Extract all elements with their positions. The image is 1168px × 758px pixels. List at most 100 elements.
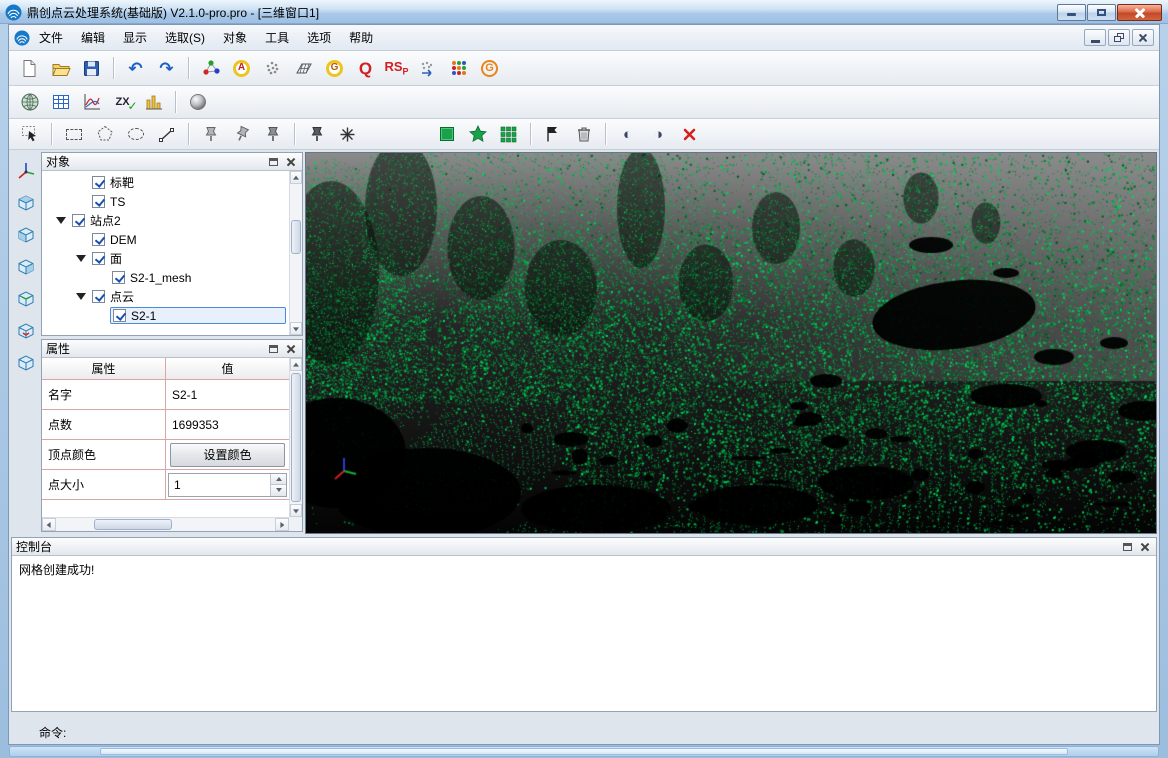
tree-item-target[interactable]: 标靶 [42, 173, 302, 192]
data-table-button[interactable] [46, 89, 75, 115]
viewport-3d[interactable] [305, 152, 1157, 534]
scroll-up-button[interactable] [290, 358, 302, 371]
menu-select[interactable]: 选取(S) [156, 25, 214, 50]
window-close-button[interactable] [1117, 4, 1162, 21]
menu-tools[interactable]: 工具 [256, 25, 298, 50]
point-size-spinner[interactable]: 1 [168, 473, 287, 497]
scroll-left-button[interactable] [42, 518, 56, 531]
prop-name-value[interactable]: S2-1 [166, 380, 289, 409]
redo-button[interactable]: ↷ [152, 55, 181, 81]
cloud-convert-button[interactable] [413, 55, 442, 81]
properties-vertical-scrollbar[interactable] [289, 358, 302, 517]
scroll-down-button[interactable] [290, 504, 302, 517]
pin-2-button[interactable] [227, 121, 256, 147]
set-color-button[interactable]: 设置颜色 [170, 443, 285, 467]
console-float-button[interactable] [1120, 540, 1134, 553]
color-dot-grid-button[interactable] [444, 55, 473, 81]
rect-select-button[interactable] [59, 121, 88, 147]
menu-edit[interactable]: 编辑 [72, 25, 114, 50]
objects-close-button[interactable] [284, 155, 298, 168]
tree-item-dem[interactable]: DEM [42, 230, 302, 249]
spin-up-icon[interactable] [271, 474, 286, 485]
menu-object[interactable]: 对象 [214, 25, 256, 50]
pin-1-button[interactable] [196, 121, 225, 147]
bottom-scrollbar[interactable] [9, 746, 1159, 757]
properties-close-button[interactable] [284, 342, 298, 355]
console-close-button[interactable] [1138, 540, 1152, 553]
tree-item-station2[interactable]: 站点2 [42, 211, 302, 230]
pin-dark-button[interactable] [302, 121, 331, 147]
prop-pointcount-value[interactable]: 1699353 [166, 410, 289, 439]
window-maximize-button[interactable] [1087, 4, 1116, 21]
viewport-canvas[interactable] [306, 153, 1156, 533]
point-size-value[interactable]: 1 [169, 474, 270, 496]
histogram-levels-button[interactable] [139, 89, 168, 115]
flag-mark-button[interactable] [538, 121, 567, 147]
mdi-minimize-button[interactable] [1084, 29, 1106, 46]
checkbox[interactable] [92, 252, 105, 265]
mdi-close-button[interactable] [1132, 29, 1154, 46]
window-minimize-button[interactable] [1057, 4, 1086, 21]
mesh-plane-button[interactable] [289, 55, 318, 81]
checkbox[interactable] [92, 195, 105, 208]
checkbox[interactable] [72, 214, 85, 227]
scroll-up-button[interactable] [290, 171, 302, 184]
pin-3-button[interactable] [258, 121, 287, 147]
resample-rsp-button[interactable]: RSP [382, 55, 411, 81]
curve-chart-button[interactable] [77, 89, 106, 115]
checkbox[interactable] [113, 309, 126, 322]
undo-button[interactable]: ↶ [121, 55, 150, 81]
expander-icon[interactable] [56, 217, 66, 224]
tree-item-ts[interactable]: TS [42, 192, 302, 211]
expander-icon[interactable] [76, 255, 86, 262]
objects-vertical-scrollbar[interactable] [289, 171, 302, 335]
circle-q-button[interactable]: Q [351, 55, 380, 81]
align-points-button[interactable] [196, 55, 225, 81]
menu-display[interactable]: 显示 [114, 25, 156, 50]
close-red-button[interactable] [675, 121, 704, 147]
scroll-right-button[interactable] [275, 518, 289, 531]
properties-horizontal-scrollbar[interactable] [42, 517, 289, 531]
checkbox[interactable] [92, 290, 105, 303]
new-file-button[interactable] [15, 55, 44, 81]
target-a-button[interactable]: A [227, 55, 256, 81]
sphere-render-button[interactable] [183, 89, 212, 115]
pick-select-button[interactable] [15, 121, 44, 147]
circle-g-button[interactable]: G [320, 55, 349, 81]
ellipse-select-button[interactable] [121, 121, 150, 147]
objects-float-button[interactable] [266, 155, 280, 168]
delete-item-button[interactable] [569, 121, 598, 147]
swirl-g-button[interactable]: G [475, 55, 504, 81]
scrollbar-thumb[interactable] [291, 373, 301, 502]
box-view-3-button[interactable] [15, 256, 37, 281]
tree-item-mesh-group[interactable]: 面 [42, 249, 302, 268]
tree-item-pointcloud-group[interactable]: 点云 [42, 287, 302, 306]
properties-float-button[interactable] [266, 342, 280, 355]
tree-item-s2-1-mesh[interactable]: S2-1_mesh [42, 268, 302, 287]
green-star-button[interactable] [463, 121, 492, 147]
box-view-1-button[interactable] [15, 192, 37, 217]
menu-options[interactable]: 选项 [298, 25, 340, 50]
expander-icon[interactable] [76, 293, 86, 300]
star-burst-button[interactable] [333, 121, 362, 147]
render-mode-a-button[interactable]: ◐ [613, 121, 642, 147]
line-select-button[interactable] [152, 121, 181, 147]
scrollbar-thumb[interactable] [291, 220, 301, 254]
box-view-4-button[interactable] [15, 288, 37, 313]
tree-item-s2-1[interactable]: S2-1 [42, 306, 302, 325]
green-grid-button[interactable] [494, 121, 523, 147]
box-view-6-button[interactable] [15, 352, 37, 377]
polygon-select-button[interactable] [90, 121, 119, 147]
command-bar[interactable]: 命令: [11, 722, 1157, 742]
open-file-button[interactable] [46, 55, 75, 81]
save-file-button[interactable] [77, 55, 106, 81]
mdi-restore-button[interactable] [1108, 29, 1130, 46]
box-view-2-button[interactable] [15, 224, 37, 249]
render-mode-b-button[interactable]: ◑ [644, 121, 673, 147]
axes-view-button[interactable] [15, 160, 37, 185]
menu-file[interactable]: 文件 [30, 25, 72, 50]
checkbox[interactable] [92, 233, 105, 246]
checkbox[interactable] [92, 176, 105, 189]
scroll-down-button[interactable] [290, 322, 302, 335]
menu-help[interactable]: 帮助 [340, 25, 382, 50]
